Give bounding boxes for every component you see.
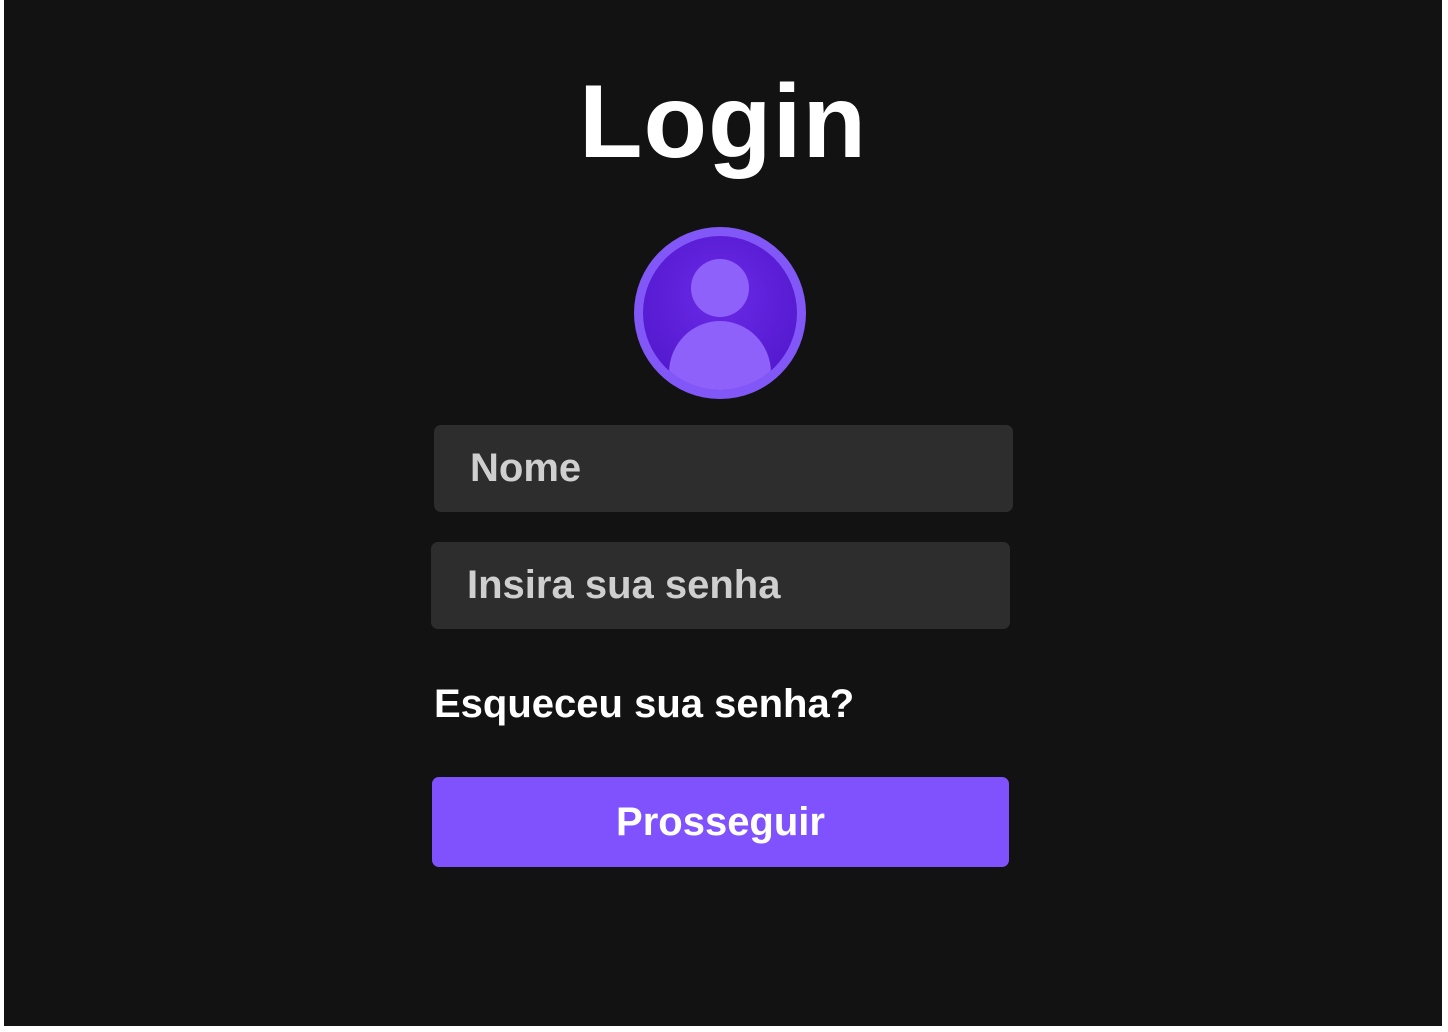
password-field-placeholder: Insira sua senha <box>467 563 781 607</box>
login-screen: Login Nome Insira sua senha Esqueceu sua… <box>4 0 1442 1026</box>
submit-button-label: Prosseguir <box>616 800 825 844</box>
name-field[interactable]: Nome <box>434 425 1013 512</box>
submit-button[interactable]: Prosseguir <box>432 777 1009 867</box>
name-field-placeholder: Nome <box>470 446 582 490</box>
password-field[interactable]: Insira sua senha <box>431 542 1010 629</box>
page-title: Login <box>578 64 867 180</box>
avatar-graphic <box>634 227 806 399</box>
user-avatar-icon <box>634 227 806 399</box>
forgot-password-link[interactable]: Esqueceu sua senha? <box>434 680 854 728</box>
